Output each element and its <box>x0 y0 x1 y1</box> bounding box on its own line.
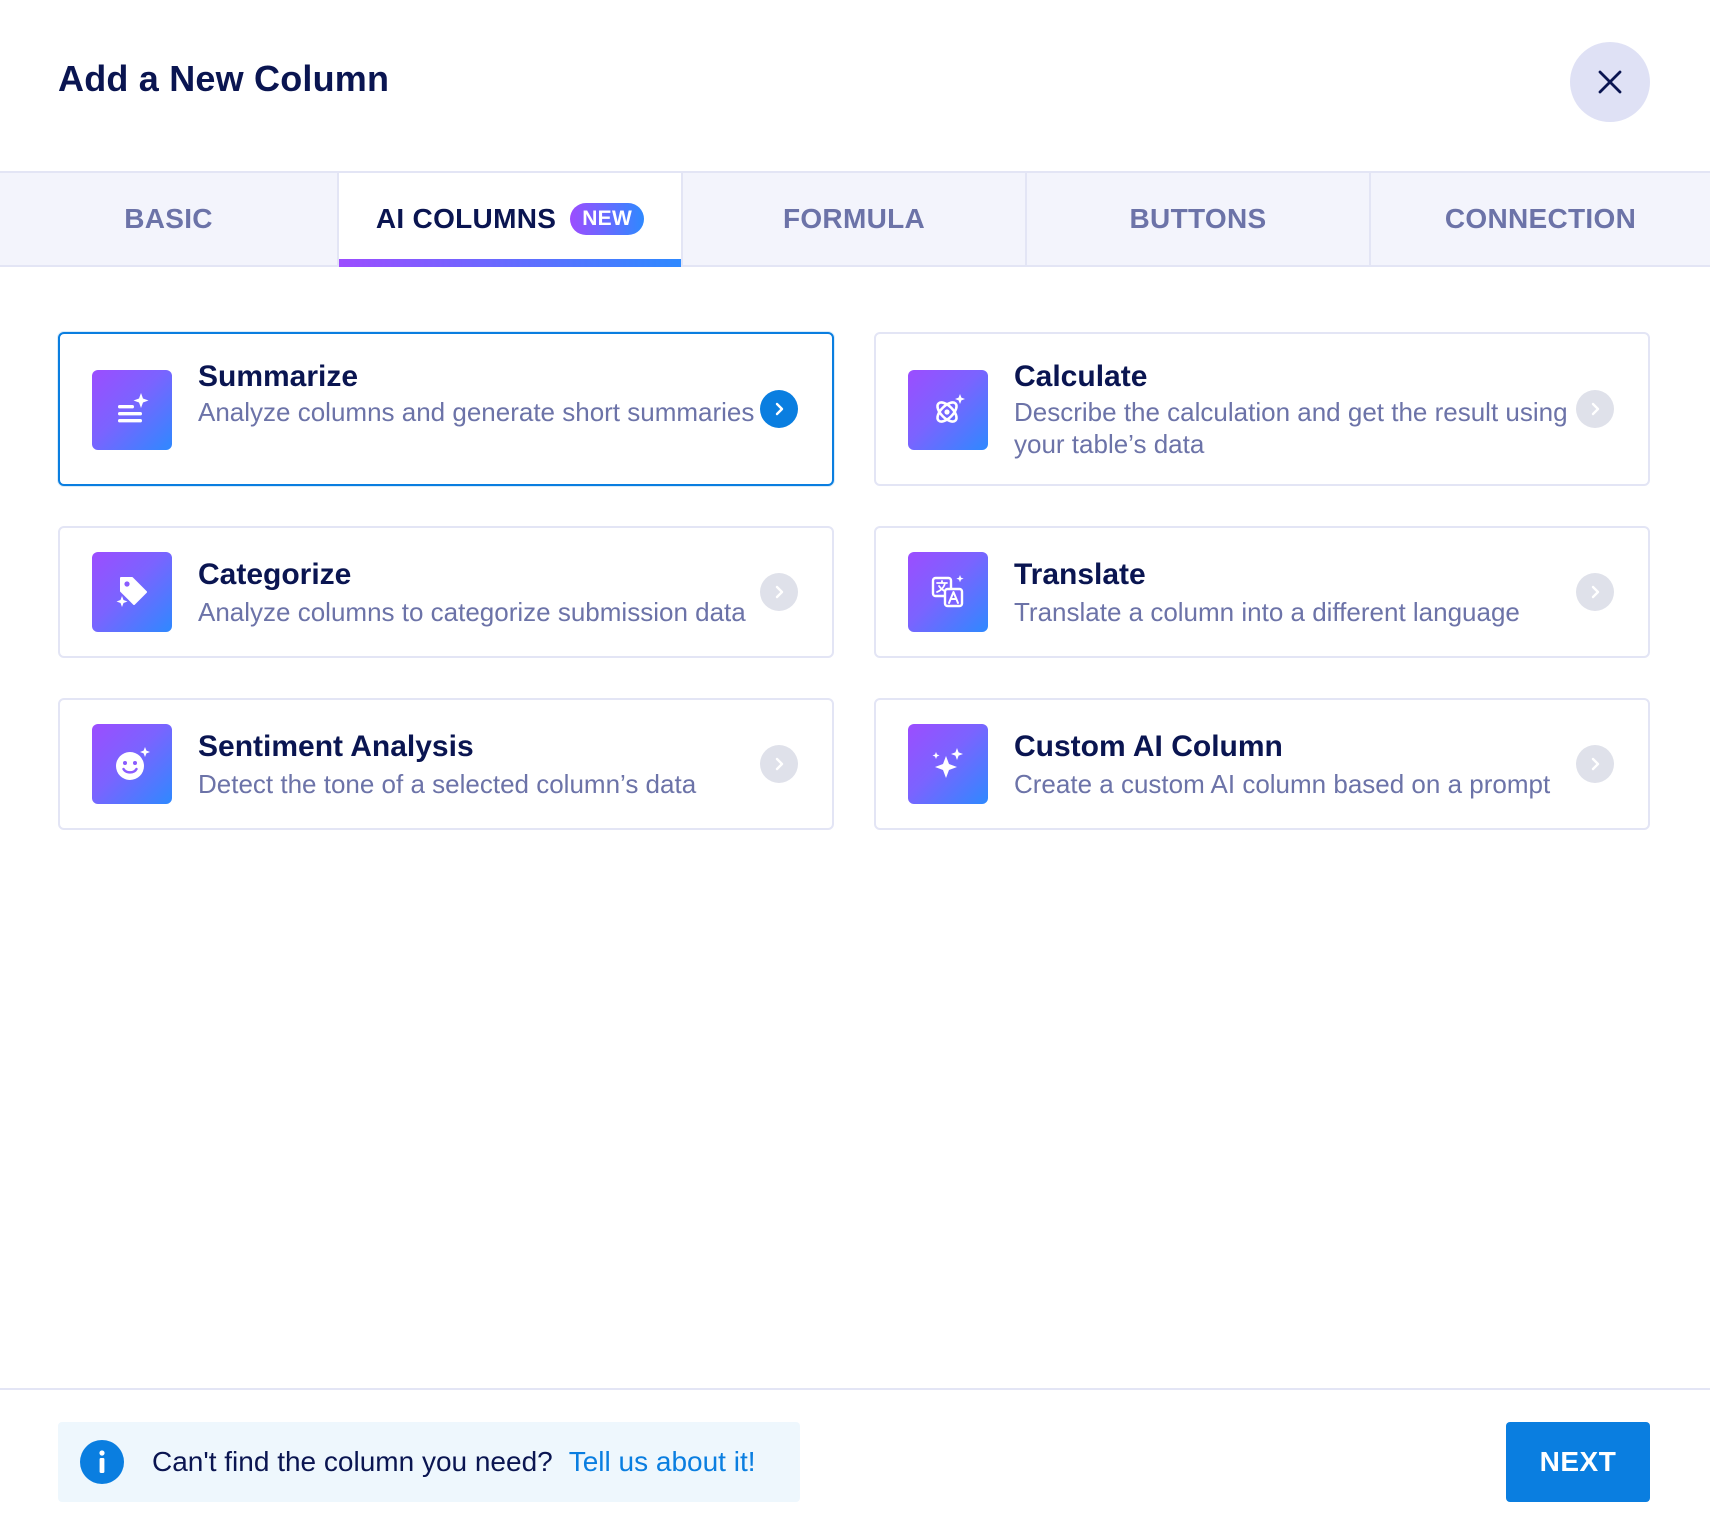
option-description: Detect the tone of a selected column’s d… <box>198 769 697 799</box>
chevron-right-icon <box>760 745 798 783</box>
info-icon <box>80 1440 124 1484</box>
tab-label: BASIC <box>124 203 213 234</box>
tab-formula[interactable]: FORMULA <box>683 173 1027 265</box>
tab-bar: BASIC AI COLUMNS NEW FORMULA BUTTONS CON… <box>0 171 1710 267</box>
modal-title: Add a New Column <box>58 58 390 99</box>
sentiment-icon <box>92 724 172 804</box>
sparkles-icon <box>908 724 988 804</box>
feedback-link[interactable]: Tell us about it! <box>569 1446 756 1478</box>
option-translate[interactable]: Translate Translate a column into a diff… <box>874 526 1650 658</box>
option-description: Create a custom AI column based on a pro… <box>1014 769 1551 799</box>
option-summarize[interactable]: Summarize Analyze columns and generate s… <box>58 332 834 486</box>
new-badge: NEW <box>570 203 645 235</box>
categorize-icon <box>92 552 172 632</box>
chevron-right-icon <box>760 390 798 428</box>
feedback-banner: Can't find the column you need? Tell us … <box>58 1422 800 1502</box>
tab-connection[interactable]: CONNECTION <box>1371 173 1710 265</box>
chevron-right-icon <box>760 573 798 611</box>
tab-label: BUTTONS <box>1129 203 1267 234</box>
option-sentiment-analysis[interactable]: Sentiment Analysis Detect the tone of a … <box>58 698 834 830</box>
add-column-modal: Add a New Column BASIC AI COLUMNS NEW FO… <box>0 0 1710 1524</box>
option-description: Describe the calculation and get the res… <box>1014 397 1568 459</box>
next-button[interactable]: NEXT <box>1506 1422 1650 1502</box>
footer-divider <box>0 1388 1710 1390</box>
chevron-right-icon <box>1576 745 1614 783</box>
option-title: Translate <box>1014 558 1146 591</box>
option-title: Sentiment Analysis <box>198 730 474 763</box>
modal-header: Add a New Column <box>0 0 1710 171</box>
chevron-right-icon <box>1576 390 1614 428</box>
tab-ai-columns[interactable]: AI COLUMNS NEW <box>339 173 683 267</box>
option-custom-ai-column[interactable]: Custom AI Column Create a custom AI colu… <box>874 698 1650 830</box>
tab-label: CONNECTION <box>1444 203 1637 234</box>
close-icon <box>1598 70 1622 94</box>
option-title: Categorize <box>198 558 352 591</box>
tab-buttons[interactable]: BUTTONS <box>1027 173 1371 265</box>
calculate-icon <box>908 370 988 450</box>
chevron-right-icon <box>1576 573 1614 611</box>
option-categorize[interactable]: Categorize Analyze columns to categorize… <box>58 526 834 658</box>
tab-label: FORMULA <box>782 203 926 234</box>
close-button[interactable] <box>1570 42 1650 122</box>
summarize-icon <box>92 370 172 450</box>
option-title: Calculate <box>1014 360 1148 393</box>
option-title: Custom AI Column <box>1014 730 1283 763</box>
option-description: Analyze columns to categorize submission… <box>198 597 746 627</box>
option-calculate[interactable]: Calculate Describe the calculation and g… <box>874 332 1650 486</box>
feedback-text: Can't find the column you need? <box>152 1446 553 1477</box>
tab-label: AI COLUMNS <box>375 203 557 234</box>
tab-basic[interactable]: BASIC <box>0 173 339 265</box>
option-description: Analyze columns and generate short summa… <box>198 397 755 427</box>
option-description: Translate a column into a different lang… <box>1014 597 1520 627</box>
translate-icon <box>908 552 988 632</box>
option-title: Summarize <box>198 360 359 393</box>
